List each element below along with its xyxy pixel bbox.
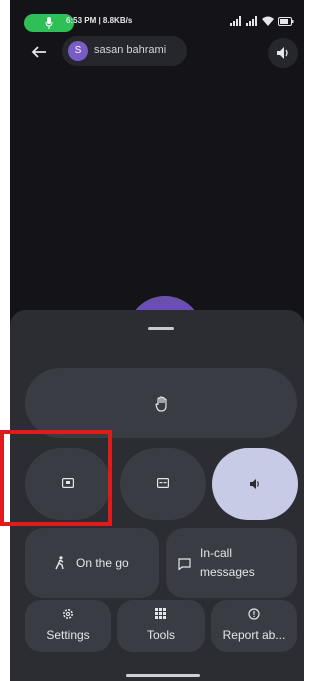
- speaker-icon: [277, 47, 288, 59]
- captions-button[interactable]: [120, 448, 206, 520]
- in-call-messages-label-line2: messages: [200, 565, 255, 579]
- speaker-button[interactable]: [212, 448, 298, 520]
- status-time: 6:53 PM | 8.8KB/s: [66, 16, 133, 25]
- hand-icon: [155, 396, 167, 412]
- contact-name: sasan bahrami: [94, 44, 167, 56]
- signal-icon: [246, 16, 257, 26]
- highlight-annotation: [0, 430, 112, 526]
- in-call-messages-button[interactable]: In-call messages: [166, 528, 297, 598]
- grid-icon: [155, 608, 166, 619]
- signal-icon: [230, 16, 241, 26]
- in-call-messages-label-line1: In-call: [200, 546, 233, 560]
- home-indicator[interactable]: [126, 674, 200, 677]
- audio-output-button[interactable]: [268, 38, 298, 68]
- status-icons: [230, 15, 294, 27]
- on-the-go-button[interactable]: On the go: [25, 528, 159, 598]
- back-button[interactable]: [24, 40, 54, 64]
- settings-button[interactable]: Settings: [25, 600, 111, 652]
- on-the-go-label: On the go: [76, 556, 129, 570]
- mic-icon: [45, 17, 53, 29]
- gear-icon: [63, 609, 73, 619]
- captions-icon: [157, 478, 169, 488]
- tools-label: Tools: [146, 628, 175, 642]
- hold-button[interactable]: [25, 368, 297, 438]
- walking-icon: [55, 556, 64, 570]
- back-arrow-icon: [31, 46, 46, 58]
- report-button[interactable]: Report ab...: [211, 600, 297, 652]
- settings-label: Settings: [46, 628, 90, 642]
- contact-chip[interactable]: S sasan bahrami: [62, 36, 187, 66]
- drag-handle[interactable]: [148, 327, 174, 330]
- speaker-icon: [250, 479, 259, 489]
- message-icon: [178, 558, 191, 570]
- wifi-icon: [262, 16, 274, 26]
- report-label: Report ab...: [222, 628, 286, 642]
- battery-icon: [278, 16, 294, 26]
- info-icon: [248, 608, 260, 620]
- avatar: S: [68, 41, 88, 61]
- call-screen: 6:53 PM | 8.8KB/s S sasan bahrami On the…: [10, 0, 304, 681]
- tools-button[interactable]: Tools: [117, 600, 205, 652]
